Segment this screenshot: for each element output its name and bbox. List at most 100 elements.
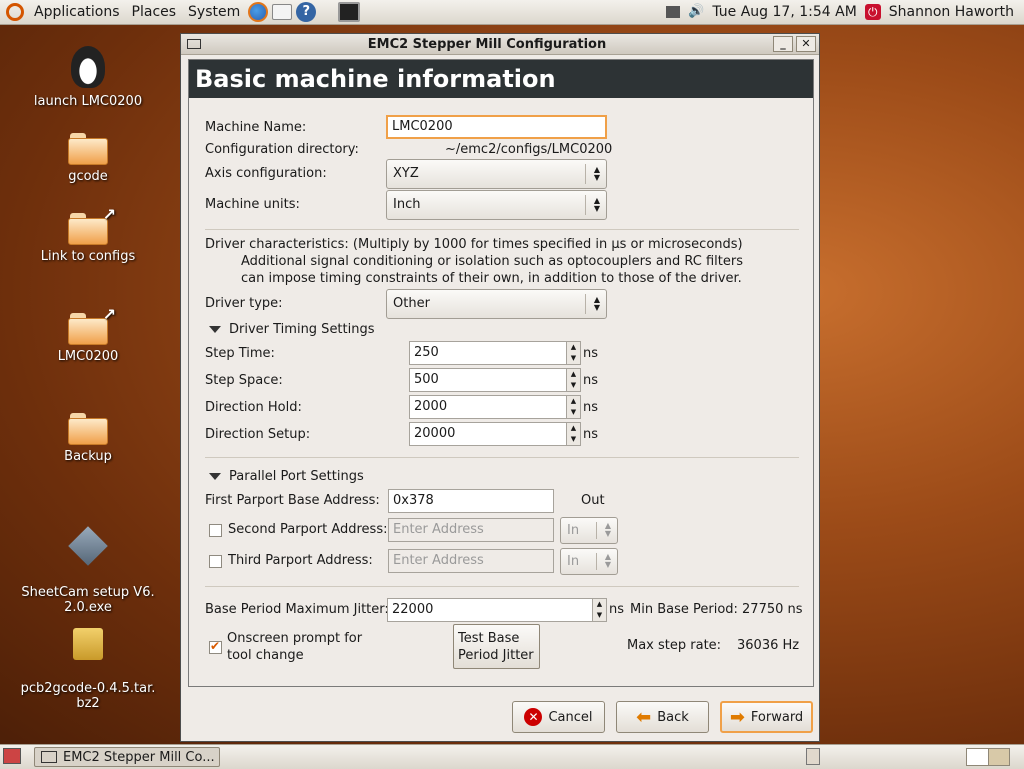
step-time-unit: ns [583, 346, 599, 361]
network-icon[interactable] [666, 6, 681, 18]
axis-config-label: Axis configuration: [205, 166, 327, 181]
direction-hold-input[interactable]: 2000 [409, 395, 567, 419]
system-menu[interactable]: System [182, 0, 246, 24]
volume-icon[interactable]: 🔊 [688, 4, 704, 20]
applications-menu[interactable]: Applications [28, 0, 126, 24]
axis-config-value: XYZ [393, 166, 419, 181]
desktop-icon-backup[interactable]: Backup [18, 413, 158, 464]
desktop-icon-label: pcb2gcode-0.4.5.tar. bz2 [20, 681, 156, 711]
workspace-switcher[interactable] [966, 748, 1010, 766]
machine-units-combo[interactable]: Inch ▲ ▼ [386, 190, 607, 220]
desktop-icon-gcode[interactable]: gcode [18, 133, 158, 184]
direction-hold-spinner[interactable]: ▲ ▼ [567, 395, 581, 419]
jitter-unit: ns [609, 602, 625, 617]
desktop-icon-sheetcam[interactable]: SheetCam setup V6. 2.0.exe [18, 513, 158, 615]
driver-type-label: Driver type: [205, 296, 283, 311]
parport2-direction-combo[interactable]: In ▲ ▼ [560, 517, 618, 544]
firefox-icon[interactable] [248, 2, 269, 22]
onscreen-prompt-checkbox[interactable] [209, 639, 222, 654]
back-arrow-icon: ⬅ [636, 706, 652, 728]
ubuntu-logo-icon[interactable] [6, 3, 24, 21]
close-button[interactable]: ✕ [796, 36, 816, 52]
parport3-direction-combo[interactable]: In ▲ ▼ [560, 548, 618, 575]
desktop-icon-pcb2gcode[interactable]: pcb2gcode-0.4.5.tar. bz2 [18, 613, 158, 711]
desktop-icon-link-to-configs[interactable]: ↗ Link to configs [18, 205, 158, 264]
step-space-input[interactable]: 500 [409, 368, 567, 392]
cancel-label: Cancel [548, 709, 593, 725]
machine-units-label: Machine units: [205, 197, 300, 212]
direction-hold-label: Direction Hold: [205, 400, 302, 415]
bottom-panel: EMC2 Stepper Mill Co... [0, 744, 1024, 769]
window-titlebar[interactable]: EMC2 Stepper Mill Configuration _ ✕ [181, 34, 819, 55]
combo-arrows-icon: ▲ ▼ [593, 196, 600, 213]
step-time-spinner[interactable]: ▲ ▼ [567, 341, 581, 365]
driver-timing-expander[interactable]: Driver Timing Settings [209, 322, 375, 337]
axis-config-combo[interactable]: XYZ ▲ ▼ [386, 159, 607, 189]
help-icon[interactable]: ? [296, 2, 317, 22]
desktop-icon-label: Backup [64, 449, 112, 464]
window-title: EMC2 Stepper Mill Configuration [367, 36, 607, 52]
desktop-icon-label: launch LMC0200 [33, 94, 143, 109]
terminal-icon[interactable] [338, 2, 361, 22]
parallel-port-expander[interactable]: Parallel Port Settings [209, 469, 364, 484]
step-space-label: Step Space: [205, 373, 283, 388]
direction-setup-unit: ns [583, 427, 599, 442]
separator [205, 229, 799, 230]
places-menu[interactable]: Places [126, 0, 183, 24]
back-button[interactable]: ⬅ Back [616, 701, 709, 733]
penguin-icon [71, 46, 105, 88]
desktop-icon-lmc0200[interactable]: ↗ LMC0200 [18, 305, 158, 364]
jitter-input[interactable]: 22000 [387, 598, 593, 622]
machine-name-input[interactable]: LMC0200 [386, 115, 607, 139]
step-space-unit: ns [583, 373, 599, 388]
back-label: Back [657, 709, 689, 725]
expander-triangle-icon [209, 326, 221, 333]
trash-icon[interactable] [806, 748, 820, 765]
step-space-spinner[interactable]: ▲ ▼ [567, 368, 581, 392]
direction-setup-spinner[interactable]: ▲ ▼ [567, 422, 581, 446]
mail-icon[interactable] [272, 4, 293, 20]
machine-name-label: Machine Name: [205, 120, 307, 135]
minimize-button[interactable]: _ [773, 36, 793, 52]
direction-setup-input[interactable]: 20000 [409, 422, 567, 446]
show-desktop-icon[interactable] [3, 748, 21, 764]
jitter-label: Base Period Maximum Jitter: [205, 602, 389, 617]
parport3-label: Third Parport Address: [228, 553, 373, 568]
driver-char-line2: Additional signal conditioning or isolat… [241, 254, 744, 269]
parport1-direction: Out [581, 493, 605, 508]
taskbar-window-label: EMC2 Stepper Mill Co... [63, 749, 215, 765]
cancel-button[interactable]: ✕ Cancel [512, 701, 605, 733]
max-step-rate-value: 36036 Hz [737, 638, 800, 653]
shutdown-icon[interactable]: ⏻ [864, 4, 881, 20]
window-menu-icon[interactable] [187, 39, 201, 49]
desktop-icon-launch[interactable]: launch LMC0200 [18, 46, 158, 109]
parport2-input[interactable]: Enter Address [388, 518, 554, 542]
forward-arrow-icon: ➡ [729, 706, 745, 728]
step-time-input[interactable]: 250 [409, 341, 567, 365]
driver-type-combo[interactable]: Other ▲ ▼ [386, 289, 607, 319]
window-icon [41, 751, 57, 763]
max-step-rate-label: Max step rate: [627, 638, 722, 653]
combo-arrows-icon: ▲ ▼ [593, 295, 600, 312]
jitter-spinner[interactable]: ▲ ▼ [593, 598, 607, 622]
parport2-label: Second Parport Address: [228, 522, 388, 537]
driver-type-value: Other [393, 296, 430, 311]
desktop-icon-label: SheetCam setup V6. 2.0.exe [21, 585, 155, 615]
workspace-1[interactable] [967, 749, 989, 765]
separator [205, 457, 799, 458]
combo-arrows-icon: ▲ ▼ [604, 552, 611, 569]
forward-button[interactable]: ➡ Forward [720, 701, 813, 733]
parallel-port-label: Parallel Port Settings [229, 469, 364, 484]
clock[interactable]: Tue Aug 17, 1:54 AM [712, 4, 856, 20]
test-jitter-button[interactable]: Test Base Period Jitter [453, 624, 540, 669]
parport2-checkbox[interactable] [209, 524, 222, 537]
taskbar-window-button[interactable]: EMC2 Stepper Mill Co... [34, 747, 220, 767]
user-name[interactable]: Shannon Haworth [889, 4, 1014, 20]
workspace-2[interactable] [988, 749, 1009, 765]
parport1-input[interactable]: 0x378 [388, 489, 554, 513]
driver-char-line3: can impose timing constraints of their o… [241, 271, 742, 286]
combo-arrows-icon: ▲ ▼ [604, 521, 611, 538]
parport3-input[interactable]: Enter Address [388, 549, 554, 573]
parport3-checkbox[interactable] [209, 555, 222, 568]
forward-label: Forward [750, 709, 804, 725]
